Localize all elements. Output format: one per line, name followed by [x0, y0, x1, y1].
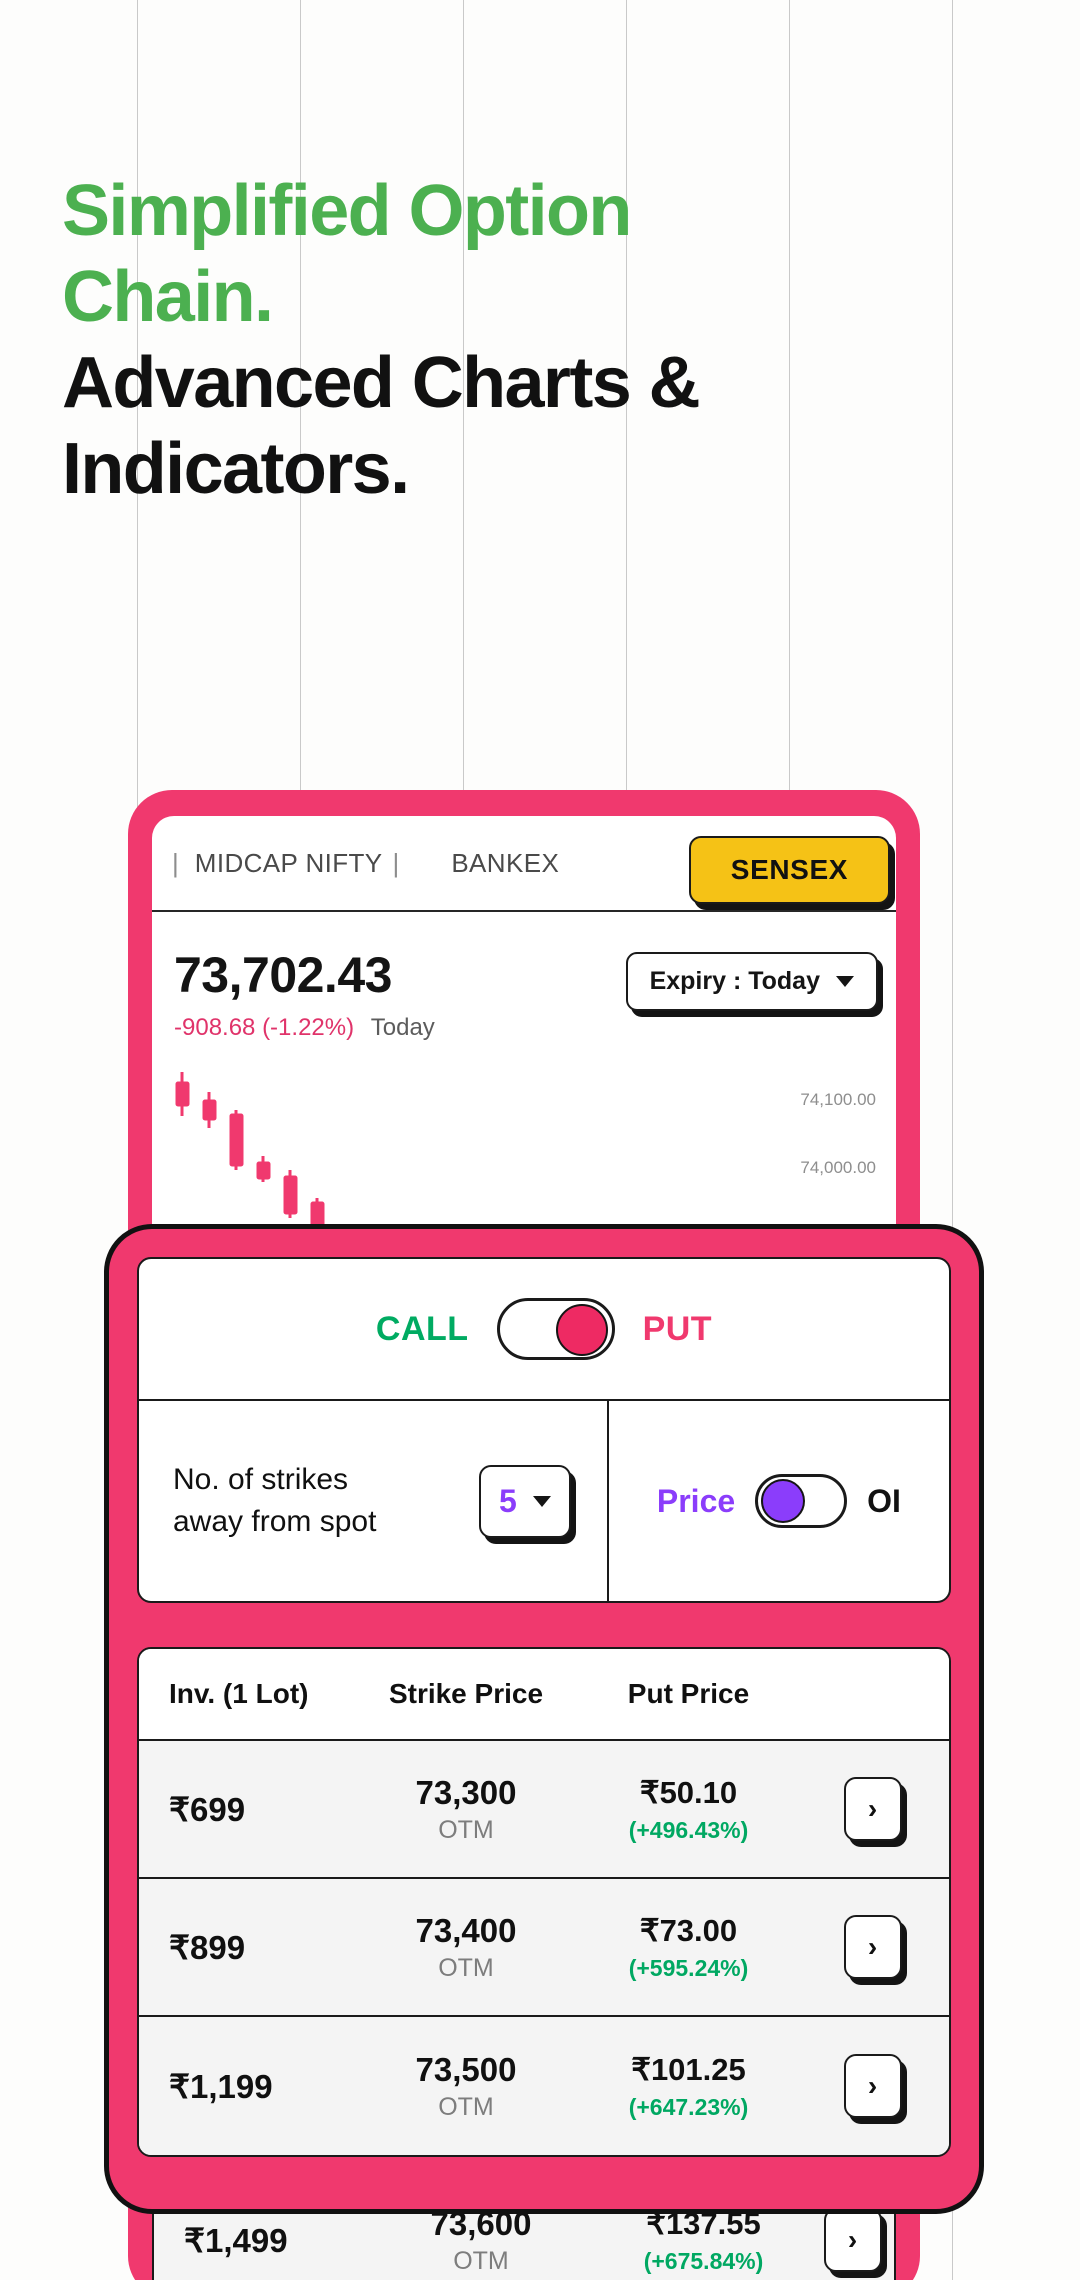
- table-row[interactable]: ₹1,199 73,500 OTM ₹101.25 (+647.23%) ›: [139, 2017, 949, 2155]
- column-header-investment: Inv. (1 Lot): [169, 1678, 309, 1709]
- row-strike-value: 73,300: [415, 1773, 517, 1811]
- chevron-down-icon: [532, 1495, 551, 1507]
- chevron-right-glyph: ›: [867, 1931, 878, 1962]
- headline-line-4: Indicators.: [62, 429, 410, 509]
- row-strike: 73,400 OTM: [351, 1912, 581, 1983]
- row-investment-value: ₹699: [169, 1790, 246, 1828]
- table-header-row: Inv. (1 Lot) Strike Price Put Price: [139, 1649, 949, 1741]
- row-put-price: ₹101.25: [631, 2051, 746, 2087]
- column-header-put-price: Put Price: [627, 1678, 750, 1709]
- row-strike-value: 73,500: [415, 2050, 517, 2088]
- index-price-row: 73,702.43 -908.68 (-1.22%) Today Expiry …: [152, 912, 896, 1042]
- chart-axis-label-1: 74,100.00: [800, 1090, 876, 1109]
- chevron-down-icon: [836, 976, 854, 987]
- option-chain-table: Inv. (1 Lot) Strike Price Put Price ₹699…: [137, 1647, 951, 2157]
- index-change-period: Today: [370, 1014, 435, 1041]
- call-put-toggle-knob: [555, 1304, 608, 1356]
- row-action[interactable]: ›: [796, 2054, 949, 2118]
- chevron-right-glyph: ›: [847, 2224, 858, 2255]
- chevron-right-icon[interactable]: ›: [843, 2054, 902, 2118]
- row-strike: 73,300 OTM: [351, 1774, 581, 1845]
- row-action[interactable]: ›: [796, 1915, 949, 1979]
- column-header-strike-price: Strike Price: [388, 1678, 544, 1709]
- row-investment-value: ₹1,199: [169, 2067, 273, 2105]
- peek-row-strike: 73,600 OTM: [366, 2205, 596, 2276]
- chevron-right-icon[interactable]: ›: [843, 1915, 902, 1979]
- row-put-price: ₹73.00: [639, 1912, 738, 1948]
- strikes-selector-group: No. of strikes away from spot 5: [139, 1401, 609, 1601]
- expiry-dropdown[interactable]: Expiry : Today: [625, 952, 878, 1011]
- row-put-price: ₹50.10: [639, 1774, 738, 1810]
- price-oi-toggle-group: Price OI: [609, 1401, 949, 1601]
- index-tab-sensex[interactable]: SENSEX: [688, 836, 890, 904]
- row-put: ₹73.00 (+595.24%): [581, 1913, 796, 1982]
- strikes-and-metric-row: No. of strikes away from spot 5 Price OI: [139, 1401, 949, 1601]
- index-tab-bar: | MIDCAP NIFTY | BANKEX SENSEX: [152, 816, 896, 912]
- headline-line-3: Advanced Charts &: [62, 343, 701, 423]
- headline-line-2: Chain.: [62, 257, 274, 337]
- headline: Simplified Option Chain. Advanced Charts…: [62, 168, 982, 512]
- call-put-toggle-row: CALL PUT: [139, 1259, 949, 1401]
- price-label[interactable]: Price: [657, 1483, 735, 1520]
- chevron-right-icon[interactable]: ›: [823, 2208, 882, 2272]
- row-investment: ₹1,199: [139, 2067, 351, 2106]
- option-chain-card: CALL PUT No. of strikes away from spot 5: [104, 1224, 984, 2214]
- peek-row-put: ₹137.55 (+675.84%): [596, 2206, 811, 2275]
- row-strike-moneyness: OTM: [438, 1815, 494, 1844]
- peek-strike-moneyness: OTM: [453, 2246, 509, 2275]
- row-put: ₹101.25 (+647.23%): [581, 2052, 796, 2121]
- promo-screen: Simplified Option Chain. Advanced Charts…: [0, 0, 1080, 2280]
- option-controls-panel: CALL PUT No. of strikes away from spot 5: [137, 1257, 951, 1603]
- headline-line-1: Simplified Option: [62, 171, 632, 251]
- row-strike-value: 73,400: [415, 1911, 517, 1949]
- row-investment-value: ₹899: [169, 1928, 246, 1966]
- call-label[interactable]: CALL: [376, 1310, 469, 1349]
- row-investment: ₹899: [139, 1928, 351, 1967]
- strikes-label-line-2: away from spot: [173, 1505, 377, 1538]
- row-strike-moneyness: OTM: [438, 2092, 494, 2121]
- chevron-right-icon[interactable]: ›: [843, 1777, 902, 1841]
- peek-put-change: (+675.84%): [643, 2247, 764, 2274]
- index-tab-bankex[interactable]: BANKEX: [451, 848, 559, 879]
- oi-label[interactable]: OI: [867, 1483, 901, 1520]
- price-oi-toggle-knob: [761, 1479, 806, 1523]
- row-put-change: (+496.43%): [628, 1816, 749, 1843]
- strikes-label: No. of strikes away from spot: [173, 1459, 376, 1543]
- strikes-label-line-1: No. of strikes: [173, 1463, 349, 1496]
- price-oi-toggle[interactable]: [755, 1474, 848, 1528]
- peek-row-inv: ₹1,499: [154, 2221, 366, 2260]
- expiry-dropdown-label: Expiry : Today: [649, 967, 820, 995]
- index-change-value: -908.68 (-1.22%): [174, 1014, 355, 1041]
- row-put-change: (+647.23%): [628, 2093, 749, 2120]
- row-action[interactable]: ›: [796, 1777, 949, 1841]
- index-change-row: -908.68 (-1.22%) Today: [174, 1014, 435, 1042]
- table-row[interactable]: ₹699 73,300 OTM ₹50.10 (+496.43%) ›: [139, 1741, 949, 1879]
- index-price-value: 73,702.43: [174, 947, 392, 1003]
- tab-separator-right: |: [392, 847, 400, 878]
- index-price-block: 73,702.43 -908.68 (-1.22%) Today: [174, 946, 435, 1042]
- chart-axis-label-2: 74,000.00: [800, 1158, 876, 1177]
- call-put-toggle[interactable]: [496, 1298, 615, 1360]
- put-label[interactable]: PUT: [643, 1310, 713, 1349]
- index-tab-midcap-nifty[interactable]: MIDCAP NIFTY: [195, 848, 383, 879]
- tab-separator-left: |: [172, 847, 179, 878]
- chevron-right-glyph: ›: [867, 2070, 878, 2101]
- row-investment: ₹699: [139, 1790, 351, 1829]
- row-strike: 73,500 OTM: [351, 2051, 581, 2122]
- peek-row-action[interactable]: ›: [811, 2208, 894, 2272]
- table-row[interactable]: ₹899 73,400 OTM ₹73.00 (+595.24%) ›: [139, 1879, 949, 2017]
- row-put: ₹50.10 (+496.43%): [581, 1775, 796, 1844]
- row-strike-moneyness: OTM: [438, 1953, 494, 1982]
- strikes-count-dropdown[interactable]: 5: [479, 1464, 571, 1538]
- peek-inv-value: ₹1,499: [184, 2221, 288, 2259]
- row-put-change: (+595.24%): [628, 1954, 749, 1981]
- chevron-right-glyph: ›: [867, 1793, 878, 1824]
- strikes-count-value: 5: [499, 1482, 517, 1519]
